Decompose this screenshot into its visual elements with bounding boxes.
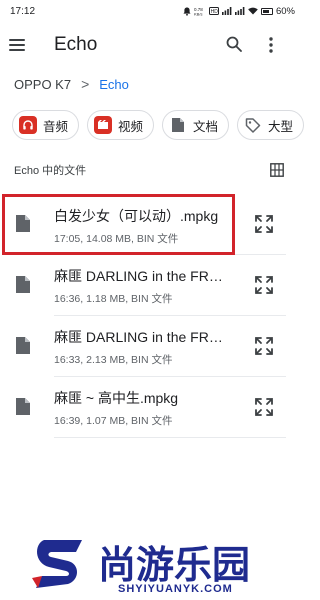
expand-icon[interactable] bbox=[254, 214, 274, 234]
file-icon bbox=[16, 337, 30, 354]
expand-icon[interactable] bbox=[254, 275, 274, 295]
breadcrumb-current[interactable]: Echo bbox=[99, 77, 129, 92]
chip-label: 视频 bbox=[118, 119, 144, 134]
watermark-logo-icon bbox=[32, 540, 82, 588]
app-bar: Echo bbox=[0, 22, 303, 68]
svg-text:HD: HD bbox=[211, 9, 219, 15]
file-meta: 16:33, 2.13 MB, BIN 文件 bbox=[54, 354, 173, 366]
expand-icon[interactable] bbox=[254, 336, 274, 356]
file-meta: 17:05, 14.08 MB, BIN 文件 bbox=[54, 233, 179, 245]
chip-documents[interactable]: 文档 bbox=[162, 110, 230, 140]
breadcrumb-root[interactable]: OPPO K7 bbox=[14, 77, 71, 92]
file-row[interactable]: 麻匪 DARLING in the FRANXX.mpkg 16:36, 1.1… bbox=[0, 255, 303, 315]
section-header: Echo 中的文件 bbox=[14, 158, 284, 182]
filter-chip-row: 音频 视频 文档 大型 bbox=[12, 110, 305, 140]
grid-view-icon[interactable] bbox=[270, 163, 284, 177]
breadcrumb-separator: > bbox=[81, 76, 90, 92]
svg-text:KB/s: KB/s bbox=[194, 11, 202, 16]
signal-icon bbox=[221, 7, 232, 15]
hd-icon: HD bbox=[208, 7, 219, 15]
status-icons: 0.78 KB/s HD 60% bbox=[183, 6, 295, 17]
signal-icon-2 bbox=[234, 7, 245, 15]
chip-label: 音频 bbox=[43, 119, 69, 134]
status-time: 17:12 bbox=[10, 5, 36, 17]
headphones-icon bbox=[19, 116, 37, 134]
file-row[interactable]: 白发少女（可以动）.mpkg 17:05, 14.08 MB, BIN 文件 bbox=[0, 194, 303, 254]
battery-level: 60% bbox=[275, 5, 295, 17]
watermark-url: SHYIYUANYK.COM bbox=[118, 583, 233, 595]
file-row[interactable]: 麻匪 ~ 高中生.mpkg 16:39, 1.07 MB, BIN 文件 bbox=[0, 377, 303, 437]
file-icon bbox=[16, 398, 30, 415]
film-icon bbox=[94, 116, 113, 134]
search-icon[interactable] bbox=[226, 36, 242, 52]
file-icon bbox=[16, 276, 30, 293]
tag-icon bbox=[244, 116, 262, 134]
page-title: Echo bbox=[54, 34, 98, 55]
wifi-icon bbox=[248, 7, 258, 15]
notification-bell-icon bbox=[183, 7, 191, 16]
divider bbox=[54, 437, 286, 438]
document-icon bbox=[169, 116, 187, 134]
chip-label: 文档 bbox=[193, 119, 219, 134]
status-bar: 17:12 0.78 KB/s HD 60% bbox=[0, 0, 303, 22]
chip-audio[interactable]: 音频 bbox=[12, 110, 80, 140]
file-name: 麻匪 DARLING in the FRANXX.mpkg bbox=[54, 268, 226, 284]
file-meta: 16:39, 1.07 MB, BIN 文件 bbox=[54, 415, 173, 427]
battery-icon bbox=[260, 7, 273, 15]
chip-label: 大型 bbox=[268, 119, 294, 134]
network-speed-icon: 0.78KB/s bbox=[194, 7, 203, 16]
file-name: 麻匪 DARLING in the FRANXX.mpkg bbox=[54, 329, 226, 345]
file-name: 白发少女（可以动）.mpkg bbox=[54, 208, 219, 224]
chip-video[interactable]: 视频 bbox=[87, 110, 155, 140]
chip-large[interactable]: 大型 bbox=[237, 110, 305, 140]
menu-icon[interactable] bbox=[9, 39, 25, 51]
breadcrumb: OPPO K7 > Echo bbox=[14, 74, 129, 94]
file-meta: 16:36, 1.18 MB, BIN 文件 bbox=[54, 293, 173, 305]
expand-icon[interactable] bbox=[254, 397, 274, 417]
section-title: Echo 中的文件 bbox=[14, 165, 87, 177]
more-vert-icon[interactable] bbox=[266, 36, 276, 54]
file-row[interactable]: 麻匪 DARLING in the FRANXX.mpkg 16:33, 2.1… bbox=[0, 316, 303, 376]
watermark-name: 尚游乐园 bbox=[98, 543, 251, 587]
watermark: 尚游乐园 SHYIYUANYK.COM bbox=[0, 520, 303, 600]
file-icon bbox=[16, 215, 30, 232]
file-name: 麻匪 ~ 高中生.mpkg bbox=[54, 390, 179, 406]
